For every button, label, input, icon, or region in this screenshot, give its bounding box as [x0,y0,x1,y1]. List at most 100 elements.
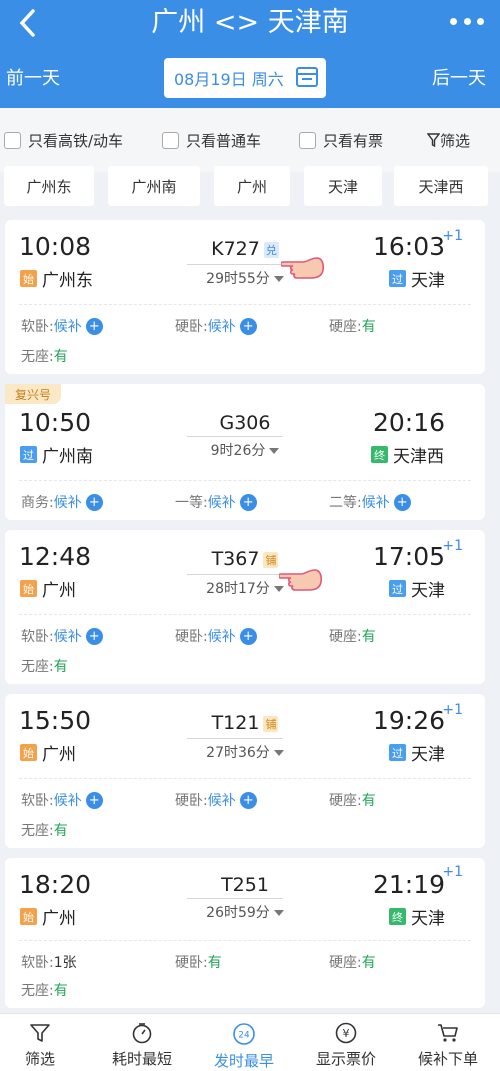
arrival-station: 过天津 [389,266,445,291]
svg-text:24: 24 [238,1031,250,1041]
available-only-label: 只看有票 [323,132,384,150]
tab-filter[interactable]: 筛选 [0,1014,90,1071]
date-picker[interactable]: 08月19日 周六 [164,58,326,98]
arrival-time: 16:03 [372,232,445,261]
departure-station: 始广州 [20,576,76,601]
station-chip[interactable]: 广州南 [108,166,200,206]
departure-time: 15:50 [19,706,92,735]
pass-tag: 过 [389,580,406,597]
add-icon[interactable]: + [85,627,103,645]
add-icon[interactable]: + [239,317,257,335]
tab-waitlist-order[interactable]: 候补下单 [398,1014,498,1071]
train-number: T251 [221,874,269,896]
yuan-icon: ¥ [335,1022,357,1044]
duration[interactable]: 9时26分 [155,440,335,460]
page-title: 广州 <> 天津南 [151,7,349,38]
seat-soft-sleeper: 软卧: 1张 [21,955,77,971]
add-icon[interactable]: + [393,493,411,511]
seat-no-seat: 无座: 有 [21,659,68,675]
filter-button[interactable]: 筛选 [426,130,470,151]
next-day-mark: +1 [442,702,463,718]
arrival-time: 20:16 [372,408,445,437]
end-tag: 终 [371,446,388,463]
prev-day-button[interactable]: 前一天 [6,64,60,90]
normal-train-checkbox[interactable]: 只看普通车 [162,130,261,151]
route-line [187,574,283,575]
add-icon[interactable]: + [85,493,103,511]
arrival-time: 21:19 [372,870,445,899]
pointing-hand-icon [279,569,323,591]
duration[interactable]: 26时59分 [155,902,335,922]
tab-label: 耗时最短 [111,1050,172,1068]
train-badge: 铺 [263,715,279,732]
train-card[interactable]: 18:20 始广州 T251 26时59分 21:19 +1 终天津 软卧: 1张… [5,858,485,1008]
seat-hard-sleeper[interactable]: 硬卧: 候补 + [175,626,257,646]
seat-hard-seat: 硬座: 有 [329,793,376,809]
route-line [187,738,283,739]
station-chips: 广州东 广州南 广州 天津 天津西 [0,166,500,210]
station-chip[interactable]: 天津 [304,166,382,206]
available-only-checkbox[interactable]: 只看有票 [299,130,383,151]
tab-shortest[interactable]: 耗时最短 [92,1014,192,1071]
train-card[interactable]: 复兴号 10:50 过广州南 G306 9时26分 20:16 终天津西 商务:… [5,384,485,520]
start-tag: 始 [20,908,37,925]
next-day-button[interactable]: 后一天 [432,64,486,90]
tab-label: 筛选 [24,1050,55,1068]
train-card[interactable]: 12:48 始广州 T367 铺 28时17分 17:05 +1 过天津 软卧: 候… [5,530,485,684]
arrival-station: 过天津 [389,576,445,601]
train-card[interactable]: 15:50 始广州 T121 铺 27时36分 19:26 +1 过天津 软卧: 候… [5,694,485,848]
tab-label: 显示票价 [315,1050,376,1068]
seat-soft-sleeper[interactable]: 软卧: 候补 + [21,316,103,336]
station-chip[interactable]: 广州东 [4,166,94,206]
departure-station: 始广州东 [20,266,93,291]
train-number: G306 [219,412,271,434]
filter-label: 筛选 [439,132,470,150]
tab-label: 发时最早 [213,1052,274,1070]
clock-24-icon: 24 [233,1023,255,1045]
arrival-station: 终天津西 [371,442,444,467]
train-badge: 铺 [263,551,279,568]
calendar-icon [296,67,318,87]
departure-station: 过广州南 [20,442,93,467]
pass-tag: 过 [389,270,406,287]
next-day-mark: +1 [442,228,463,244]
train-card[interactable]: 10:08 始广州东 K727 兑 29时55分 16:03 +1 过天津 软卧:… [5,220,485,374]
seat-hard-sleeper: 硬卧: 有 [175,955,222,971]
seat-hard-sleeper[interactable]: 硬卧: 候补 + [175,790,257,810]
departure-time: 18:20 [19,870,92,899]
train-badge: 兑 [263,241,279,258]
tab-show-price[interactable]: ¥ 显示票价 [296,1014,396,1071]
tab-earliest[interactable]: 24 发时最早 [194,1014,294,1071]
add-icon[interactable]: + [239,791,257,809]
high-speed-checkbox[interactable]: 只看高铁/动车 [4,130,123,151]
seat-business[interactable]: 商务: 候补 + [21,492,103,512]
seat-first-class[interactable]: 一等: 候补 + [175,492,257,512]
filter-bar: 只看高铁/动车 只看普通车 只看有票 筛选 [0,108,500,172]
seat-hard-sleeper[interactable]: 硬卧: 候补 + [175,316,257,336]
tab-label: 候补下单 [417,1050,478,1068]
station-chip[interactable]: 广州 [214,166,290,206]
normal-train-label: 只看普通车 [186,132,262,150]
seat-second-class[interactable]: 二等: 候补 + [329,492,411,512]
add-icon[interactable]: + [85,317,103,335]
next-day-mark: +1 [442,538,463,554]
station-chip[interactable]: 天津西 [394,166,488,206]
pass-tag: 过 [389,744,406,761]
arrival-time: 17:05 [372,542,445,571]
svg-text:¥: ¥ [343,1027,350,1040]
timer-icon [132,1023,152,1044]
add-icon[interactable]: + [239,493,257,511]
add-icon[interactable]: + [239,627,257,645]
route-line [187,436,283,437]
fuxing-ribbon: 复兴号 [5,384,61,404]
arrival-station: 终天津 [389,904,445,929]
pass-tag: 过 [20,446,37,463]
seat-soft-sleeper[interactable]: 软卧: 候补 + [21,790,103,810]
arrival-time: 19:26 [372,706,445,735]
add-icon[interactable]: + [85,791,103,809]
departure-time: 10:08 [19,232,92,261]
seat-soft-sleeper[interactable]: 软卧: 候补 + [21,626,103,646]
more-icon[interactable] [450,14,484,28]
train-number: T121 铺 [211,712,279,734]
duration[interactable]: 27时36分 [155,742,335,762]
